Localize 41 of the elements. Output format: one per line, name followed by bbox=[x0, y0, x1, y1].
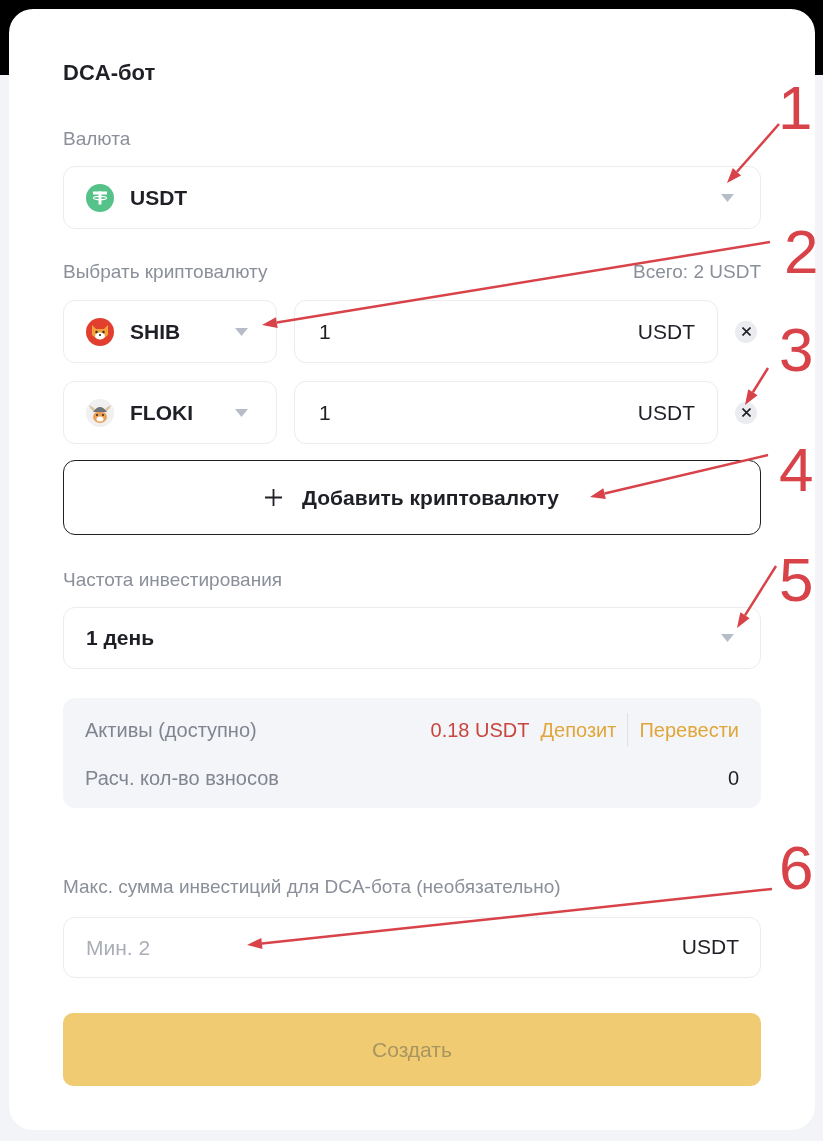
field-label: Макс. сумма инвестиций для DCA-бота (необязательно) bbox=[63, 875, 561, 899]
annotation-number: 3 bbox=[779, 319, 814, 381]
amount-field[interactable]: 1 USDT bbox=[294, 381, 718, 444]
unit-label: USDT bbox=[637, 399, 695, 426]
summary-value: 0.18 USDT bbox=[430, 718, 530, 743]
amount-field[interactable]: 1 USDT bbox=[294, 300, 718, 363]
dialog-title: DCA-бот bbox=[63, 59, 157, 87]
dog-face-icon bbox=[86, 317, 114, 346]
caret-icon bbox=[721, 193, 734, 202]
caret-icon bbox=[721, 634, 734, 642]
annotation-arrow bbox=[727, 123, 780, 183]
annotation-number: 5 bbox=[779, 549, 814, 611]
caret-icon bbox=[235, 408, 248, 417]
t-coin-icon bbox=[86, 183, 114, 212]
coin-select[interactable]: SHIB bbox=[63, 300, 277, 363]
annotation-number: 2 bbox=[784, 221, 819, 283]
currency-select[interactable]: USDT bbox=[63, 166, 761, 229]
summary-label: Активы (доступно) bbox=[85, 718, 257, 743]
annotation-number: 6 bbox=[779, 837, 814, 899]
horned-helmet-dog-icon bbox=[86, 398, 114, 427]
add-crypto-button[interactable]: Добавить криптовалюту bbox=[63, 460, 761, 535]
caret-icon bbox=[235, 327, 248, 336]
field-label: Выбрать криптовалюту bbox=[63, 260, 268, 284]
annotation-number: 4 bbox=[779, 439, 814, 501]
field-label: Валюта bbox=[63, 127, 131, 151]
field-label: Частота инвестирования bbox=[63, 568, 283, 592]
coin-select[interactable]: FLOKI bbox=[63, 381, 277, 444]
close-icon bbox=[741, 327, 751, 336]
summary-value: 0 bbox=[727, 766, 739, 791]
total-text: Всего: 2 USDT bbox=[633, 260, 761, 284]
annotation-arrow bbox=[745, 367, 770, 405]
summary-label: Расч. кол-во взносов bbox=[85, 766, 279, 791]
unit-label: USDT bbox=[681, 935, 739, 959]
close-icon bbox=[741, 408, 751, 417]
annotation-number: 1 bbox=[778, 77, 813, 139]
plus-icon bbox=[265, 489, 283, 506]
remove-button[interactable] bbox=[735, 320, 757, 343]
frequency-select[interactable]: 1 день bbox=[63, 607, 761, 669]
annotation-arrow bbox=[737, 565, 778, 628]
remove-button[interactable] bbox=[735, 401, 757, 424]
unit-label: USDT bbox=[637, 318, 695, 345]
